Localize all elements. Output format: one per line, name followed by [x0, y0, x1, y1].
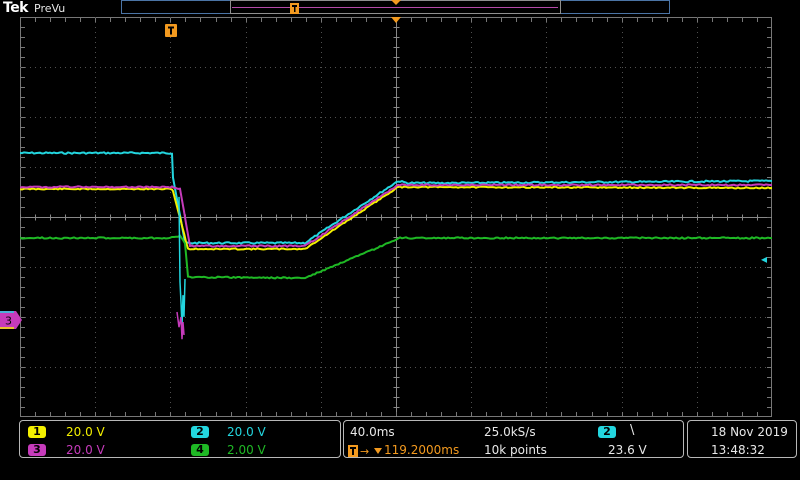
date-display: 18 Nov 2019: [711, 425, 788, 439]
horizontal-scale: 40.0ms: [350, 425, 395, 439]
trigger-source-badge[interactable]: 2: [598, 426, 616, 438]
ch4-badge[interactable]: 4: [191, 444, 209, 456]
brand-logo: Tek: [3, 0, 29, 16]
ch3-ground-marker[interactable]: 3: [0, 311, 22, 333]
trigger-position-delay-icon: →: [348, 445, 382, 458]
record-length: 10k points: [484, 443, 547, 457]
ch2-badge[interactable]: 2: [191, 426, 209, 438]
record-center-marker-icon: [391, 0, 401, 5]
graticule: [20, 17, 772, 417]
ch1-badge[interactable]: 1: [28, 426, 46, 438]
record-waveform-line: [232, 7, 558, 8]
bottom-status-bar: 1 20.0 V 3 20.0 V 2 20.0 V 4 2.00 V 40.0…: [0, 418, 800, 480]
waveform-display[interactable]: [20, 17, 772, 417]
record-trigger-icon: [290, 3, 299, 14]
trigger-position-icon[interactable]: [165, 24, 177, 37]
ch3-badge[interactable]: 3: [28, 444, 46, 456]
trigger-level-icon[interactable]: ◂: [761, 252, 767, 266]
trigger-slope-icon: \: [630, 423, 635, 438]
ch4-scale: 2.00 V: [227, 443, 266, 457]
center-time-marker-icon: [391, 17, 401, 23]
ch2-scale: 20.0 V: [227, 425, 266, 439]
trigger-level: 23.6 V: [608, 443, 647, 457]
datetime-panel[interactable]: 18 Nov 2019 13:48:32: [687, 420, 797, 458]
acquisition-mode-label: PreVu: [34, 2, 66, 15]
svg-text:→: →: [360, 445, 369, 458]
ch1-scale: 20.0 V: [66, 425, 105, 439]
ch3-scale: 20.0 V: [66, 443, 105, 457]
ch3-ground-marker-label: 3: [5, 315, 12, 328]
trigger-position-time: 119.2000ms: [384, 443, 460, 457]
time-display: 13:48:32: [711, 443, 765, 457]
channel-scale-panel[interactable]: 1 20.0 V 3 20.0 V 2 20.0 V 4 2.00 V: [19, 420, 341, 458]
timebase-trigger-panel[interactable]: 40.0ms 25.0kS/s → 119.2000ms 10k points …: [343, 420, 684, 458]
top-status-bar: Tek PreVu: [0, 0, 800, 18]
sample-rate: 25.0kS/s: [484, 425, 536, 439]
